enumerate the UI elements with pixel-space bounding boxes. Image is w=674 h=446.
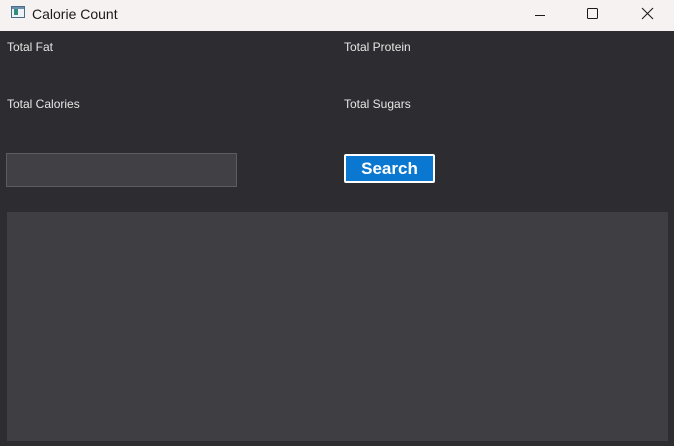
minimize-button[interactable] <box>518 0 564 31</box>
total-calories-label: Total Calories <box>7 97 80 111</box>
close-icon <box>641 7 654 20</box>
title-bar[interactable]: Calorie Count <box>0 0 674 31</box>
close-button[interactable] <box>624 0 670 31</box>
maximize-icon <box>587 8 598 19</box>
total-fat-label: Total Fat <box>7 40 54 54</box>
maximize-button[interactable] <box>570 0 616 31</box>
app-window: Calorie Count Total Fat Total Protein To… <box>0 0 674 446</box>
app-icon <box>11 6 25 18</box>
total-sugars-label: Total Sugars <box>344 97 411 111</box>
search-input[interactable] <box>6 153 237 187</box>
search-button[interactable]: Search <box>344 154 435 183</box>
results-panel[interactable] <box>7 212 668 441</box>
minimize-icon <box>535 15 545 16</box>
client-area: Total Fat Total Protein Total Calories T… <box>0 31 674 446</box>
window-title: Calorie Count <box>32 6 118 22</box>
total-protein-label: Total Protein <box>344 40 411 54</box>
